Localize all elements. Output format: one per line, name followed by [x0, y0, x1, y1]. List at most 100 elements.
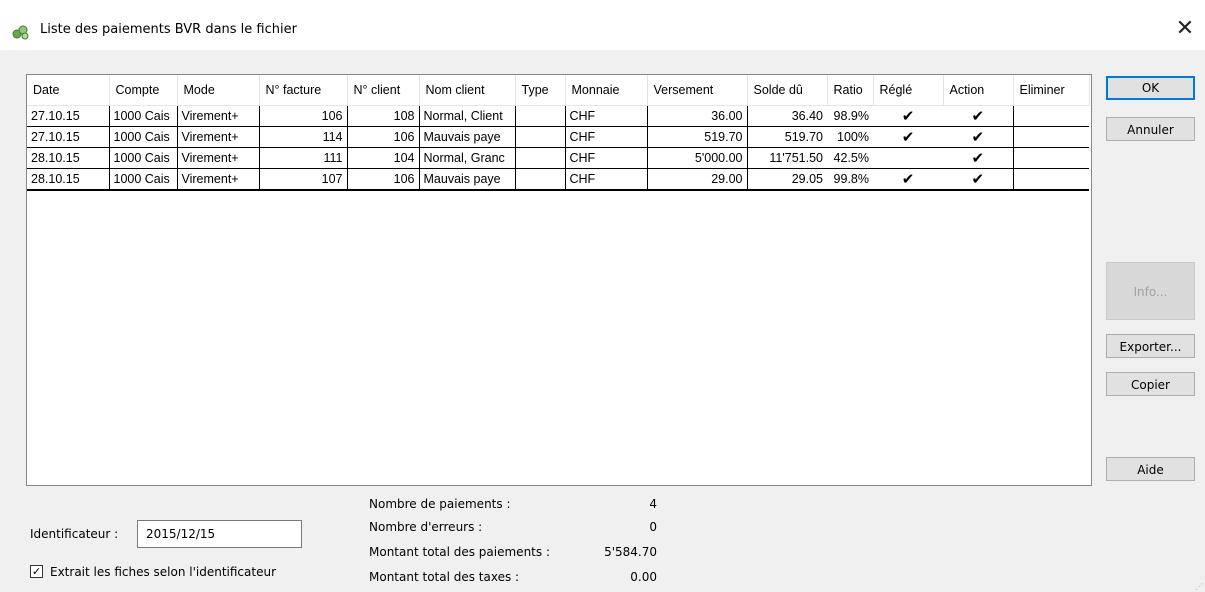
cell-client: 106	[347, 126, 420, 148]
column-header-solde[interactable]: Solde dû	[747, 75, 828, 106]
cell-versement: 5'000.00	[647, 147, 748, 169]
cell-client: 104	[347, 147, 420, 169]
cell-monnaie: CHF	[565, 105, 648, 127]
cell-date: 27.10.15	[27, 126, 110, 148]
cell-type	[515, 126, 566, 148]
cell-ratio: 98.9%	[827, 105, 873, 127]
cell-versement: 29.00	[647, 168, 748, 191]
column-header-monnaie[interactable]: Monnaie	[565, 75, 648, 106]
cell-compte: 1000 Cais	[109, 105, 178, 127]
info-button[interactable]: Info...	[1106, 262, 1195, 320]
window-title: Liste des paiements BVR dans le fichier	[40, 22, 297, 37]
cell-mode: Virement+	[177, 105, 260, 127]
identifier-label: Identificateur :	[30, 527, 119, 541]
cell-date: 27.10.15	[27, 105, 110, 127]
table-row[interactable]: 27.10.15 1000 Cais Virement+ 106 108 Nor…	[27, 105, 1089, 127]
cell-ratio: 99.8%	[827, 168, 873, 191]
payments-list[interactable]: Date Compte Mode N° facture N° client No…	[26, 74, 1092, 486]
cell-eliminer[interactable]	[1013, 126, 1089, 148]
close-icon[interactable]: ✕	[1170, 14, 1200, 44]
extract-by-identifier-label[interactable]: Extrait les fiches selon l'identificateu…	[50, 565, 276, 579]
cell-mode: Virement+	[177, 168, 260, 191]
table-row[interactable]: 28.10.15 1000 Cais Virement+ 107 106 Mau…	[27, 168, 1089, 191]
cell-versement: 519.70	[647, 126, 748, 148]
column-header-date[interactable]: Date	[27, 75, 110, 106]
column-header-versement[interactable]: Versement	[647, 75, 748, 106]
cell-client: 106	[347, 168, 420, 191]
extract-by-identifier-checkbox[interactable]: ✓	[30, 565, 43, 578]
column-header-mode[interactable]: Mode	[177, 75, 260, 106]
column-header-type[interactable]: Type	[515, 75, 566, 106]
cell-solde: 29.05	[747, 168, 827, 191]
cell-compte: 1000 Cais	[109, 126, 178, 148]
total-payments-value: 5'584.70	[604, 545, 657, 559]
cell-facture: 114	[259, 126, 348, 148]
column-header-action[interactable]: Action	[943, 75, 1014, 106]
cell-client: 108	[347, 105, 420, 127]
help-button[interactable]: Aide	[1106, 457, 1195, 481]
total-taxes-value: 0.00	[630, 570, 657, 584]
column-header-compte[interactable]: Compte	[109, 75, 178, 106]
cell-solde: 519.70	[747, 126, 827, 148]
cell-eliminer[interactable]	[1013, 105, 1089, 127]
column-header-regle[interactable]: Réglé	[873, 75, 944, 106]
action-check-icon[interactable]: ✔	[943, 126, 1014, 148]
errors-value: 0	[649, 520, 657, 534]
column-header-ratio[interactable]: Ratio	[827, 75, 874, 106]
cell-mode: Virement+	[177, 126, 260, 148]
cell-type	[515, 147, 566, 169]
cell-ratio: 42.5%	[827, 147, 873, 169]
regle-check-icon[interactable]: ✔	[873, 126, 943, 148]
cancel-button[interactable]: Annuler	[1106, 117, 1195, 141]
cell-versement: 36.00	[647, 105, 748, 127]
cell-compte: 1000 Cais	[109, 168, 178, 191]
cell-nom: Normal, Granc	[419, 147, 516, 169]
table-header: Date Compte Mode N° facture N° client No…	[27, 75, 1090, 106]
action-check-icon[interactable]: ✔	[943, 147, 1014, 169]
cell-eliminer[interactable]	[1013, 147, 1089, 169]
regle-check-icon[interactable]: ✔	[873, 105, 943, 127]
copy-button[interactable]: Copier	[1106, 372, 1195, 396]
cell-eliminer[interactable]	[1013, 168, 1089, 191]
column-header-nom[interactable]: Nom client	[419, 75, 516, 106]
resize-grip-icon[interactable]: ⋰	[1195, 582, 1203, 591]
regle-check-icon[interactable]: ✔	[873, 168, 943, 191]
cell-compte: 1000 Cais	[109, 147, 178, 169]
export-button[interactable]: Exporter...	[1106, 334, 1195, 358]
cell-monnaie: CHF	[565, 126, 648, 148]
column-header-eliminer[interactable]: Eliminer	[1013, 75, 1090, 106]
column-header-client[interactable]: N° client	[347, 75, 420, 106]
cell-date: 28.10.15	[27, 168, 110, 191]
cell-solde: 36.40	[747, 105, 827, 127]
table-row[interactable]: 28.10.15 1000 Cais Virement+ 111 104 Nor…	[27, 147, 1089, 169]
column-header-facture[interactable]: N° facture	[259, 75, 348, 106]
cell-type	[515, 168, 566, 191]
cell-facture: 111	[259, 147, 348, 169]
cell-facture: 107	[259, 168, 348, 191]
cell-monnaie: CHF	[565, 147, 648, 169]
action-check-icon[interactable]: ✔	[943, 105, 1014, 127]
errors-label: Nombre d'erreurs :	[369, 520, 483, 534]
total-taxes-label: Montant total des taxes :	[369, 570, 520, 584]
cell-monnaie: CHF	[565, 168, 648, 191]
cell-solde: 11'751.50	[747, 147, 827, 169]
identifier-input[interactable]: 2015/12/15	[137, 520, 302, 548]
regle-check-icon[interactable]	[873, 147, 943, 169]
total-payments-label: Montant total des paiements :	[369, 545, 550, 559]
action-check-icon[interactable]: ✔	[943, 168, 1014, 191]
ok-button[interactable]: OK	[1106, 76, 1195, 100]
cell-ratio: 100%	[827, 126, 873, 148]
cell-nom: Mauvais paye	[419, 126, 516, 148]
cell-type	[515, 105, 566, 127]
app-icon	[12, 24, 30, 40]
cell-mode: Virement+	[177, 147, 260, 169]
cell-facture: 106	[259, 105, 348, 127]
payments-count-value: 4	[649, 497, 657, 511]
payments-count-label: Nombre de paiements :	[369, 497, 511, 511]
cell-nom: Mauvais paye	[419, 168, 516, 191]
table-row[interactable]: 27.10.15 1000 Cais Virement+ 114 106 Mau…	[27, 126, 1089, 148]
payments-table: Date Compte Mode N° facture N° client No…	[27, 75, 1090, 191]
cell-nom: Normal, Client	[419, 105, 516, 127]
cell-date: 28.10.15	[27, 147, 110, 169]
title-bar: Liste des paiements BVR dans le fichier …	[0, 0, 1205, 50]
